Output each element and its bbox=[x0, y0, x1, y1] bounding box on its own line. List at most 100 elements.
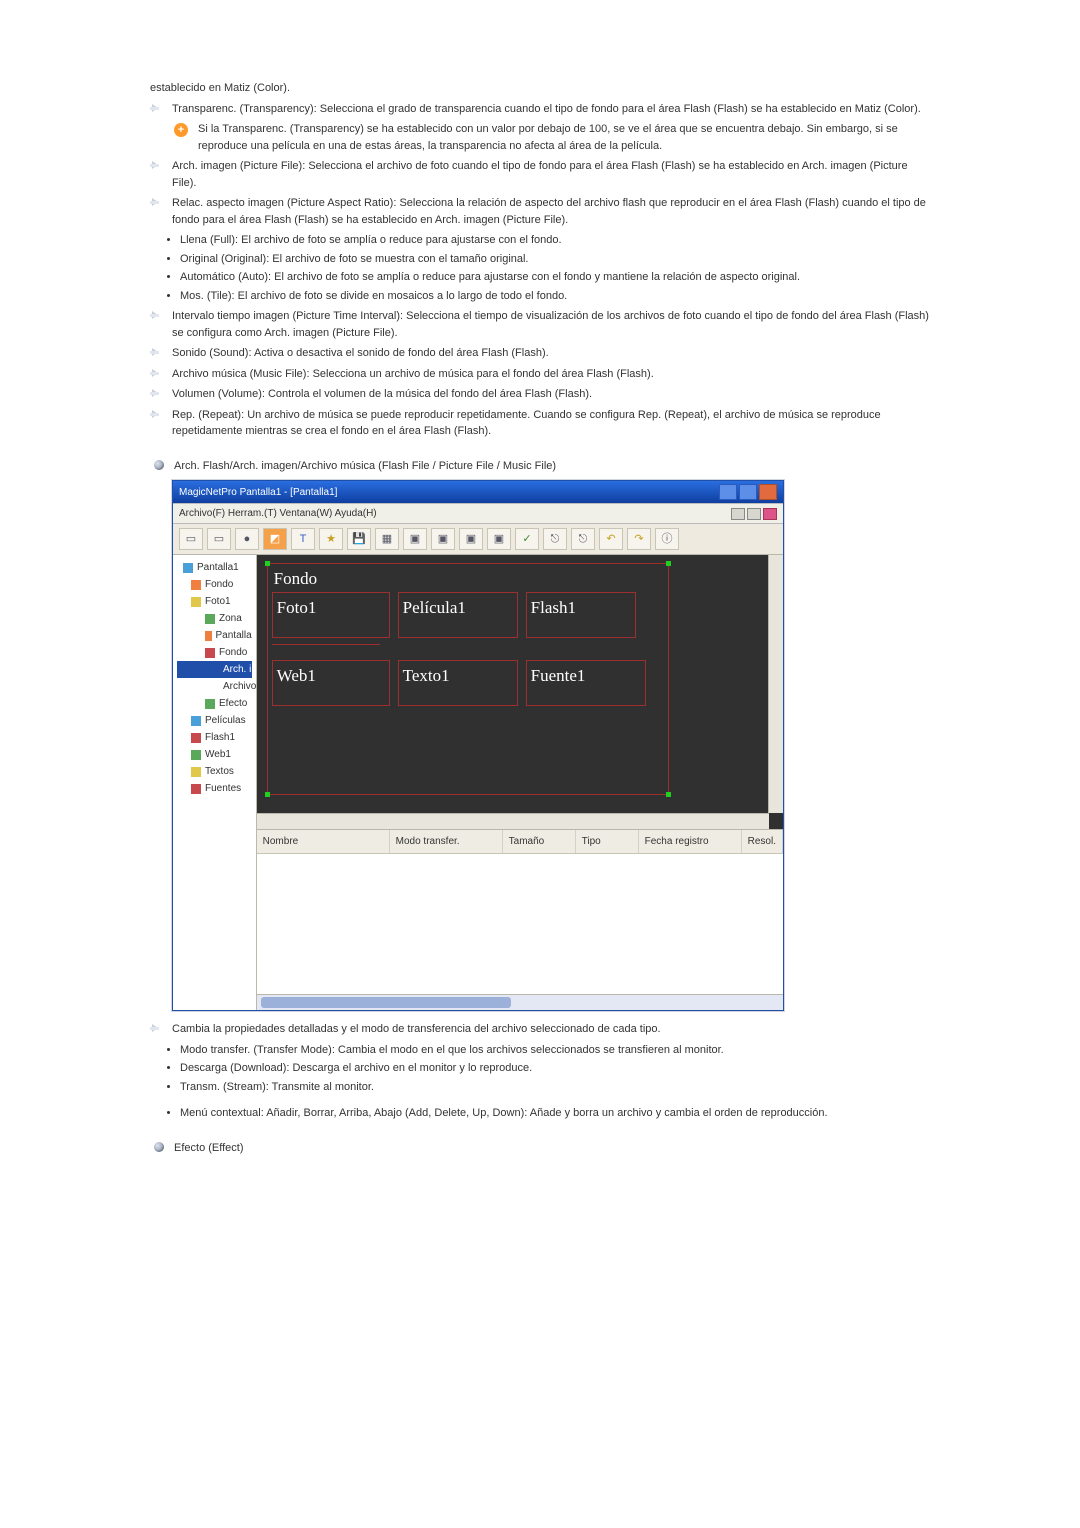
tool-info-icon[interactable]: ⓘ bbox=[655, 528, 679, 550]
tree-peliculas-label: Películas bbox=[205, 713, 246, 728]
tool-monitor-icon[interactable]: ▭ bbox=[179, 528, 203, 550]
canvas-fuente1[interactable]: Fuente1 bbox=[526, 660, 646, 706]
effect-icon bbox=[205, 699, 215, 709]
tool-monitor2-icon[interactable]: ▭ bbox=[207, 528, 231, 550]
root-icon bbox=[183, 563, 193, 573]
tree-fondo2[interactable]: Fondo bbox=[177, 644, 252, 661]
app-body: Pantalla1 Fondo Foto1 Zona Pantalla Fond… bbox=[173, 555, 783, 1010]
tool-star-icon[interactable]: ★ bbox=[319, 528, 343, 550]
tree-fondo2-label: Fondo bbox=[219, 645, 247, 660]
text-icon bbox=[191, 767, 201, 777]
col-modo[interactable]: Modo transfer. bbox=[390, 830, 503, 853]
tree-archivo-musica[interactable]: Archivo música bbox=[177, 678, 252, 695]
tool-ok-icon[interactable]: ✓ bbox=[515, 528, 539, 550]
tree-foto1-label: Foto1 bbox=[205, 594, 231, 609]
item-aspect-ratio: Relac. aspecto imagen (Picture Aspect Ra… bbox=[150, 195, 930, 228]
section-effect-head: Efecto (Effect) bbox=[150, 1140, 930, 1157]
tree-peliculas[interactable]: Películas bbox=[177, 712, 252, 729]
handle-icon[interactable] bbox=[666, 792, 671, 797]
bg-icon bbox=[205, 648, 215, 658]
grid-body[interactable] bbox=[257, 854, 783, 1010]
col-tipo[interactable]: Tipo bbox=[576, 830, 639, 853]
tool-layer1-icon[interactable]: ▣ bbox=[403, 528, 427, 550]
canvas-pelicula1[interactable]: Película1 bbox=[398, 592, 518, 638]
tree-musica-label: Archivo música bbox=[223, 679, 257, 694]
tree-foto1[interactable]: Foto1 bbox=[177, 593, 252, 610]
item-sound: Sonido (Sound): Activa o desactiva el so… bbox=[150, 345, 930, 362]
menu-text[interactable]: Archivo(F) Herram.(T) Ventana(W) Ayuda(H… bbox=[179, 506, 377, 521]
mdi-close-icon[interactable] bbox=[763, 508, 777, 520]
scroll-thumb[interactable] bbox=[261, 997, 511, 1008]
tree-efecto[interactable]: Efecto bbox=[177, 695, 252, 712]
grid-scrollbar-horizontal[interactable] bbox=[257, 994, 783, 1010]
tool-layer2-icon[interactable]: ▣ bbox=[431, 528, 455, 550]
col-nombre[interactable]: Nombre bbox=[257, 830, 390, 853]
item-time-interval: Intervalo tiempo imagen (Picture Time In… bbox=[150, 308, 930, 341]
handle-icon[interactable] bbox=[265, 561, 270, 566]
handle-icon[interactable] bbox=[666, 561, 671, 566]
mdi-restore-icon[interactable] bbox=[747, 508, 761, 520]
tool-g2-icon[interactable]: ⎋ bbox=[571, 528, 595, 550]
tree-zona-label: Zona bbox=[219, 611, 242, 626]
tree-pantalla[interactable]: Pantalla bbox=[177, 627, 252, 644]
tool-orange-icon[interactable]: ◩ bbox=[263, 528, 287, 550]
intro-line: establecido en Matiz (Color). bbox=[150, 80, 930, 97]
canvas-texto1[interactable]: Texto1 bbox=[398, 660, 518, 706]
tool-dot-icon[interactable]: ● bbox=[235, 528, 259, 550]
item-change-props-text: Cambia la propiedades detalladas y el mo… bbox=[172, 1023, 661, 1035]
canvas-fuente1-label: Fuente1 bbox=[531, 666, 586, 685]
canvas-foto1[interactable]: Foto1 bbox=[272, 592, 390, 638]
close-icon[interactable] bbox=[759, 484, 777, 500]
tree-textos[interactable]: Textos bbox=[177, 763, 252, 780]
tool-pic-icon[interactable]: ▦ bbox=[375, 528, 399, 550]
app-screenshot: MagicNetPro Pantalla1 - [Pantalla1] Arch… bbox=[172, 480, 784, 1011]
film-icon bbox=[191, 716, 201, 726]
item-transparency-text: Transparenc. (Transparency): Selecciona … bbox=[172, 103, 921, 115]
section-files-head-text: Arch. Flash/Arch. imagen/Archivo música … bbox=[174, 460, 556, 472]
tree-fondo[interactable]: Fondo bbox=[177, 576, 252, 593]
canvas-texto1-label: Texto1 bbox=[403, 666, 450, 685]
canvas-fondo-box[interactable]: Fondo Foto1 Película1 Flash1 Web1 Texto1… bbox=[267, 563, 669, 795]
aspect-opt-auto: Automático (Auto): El archivo de foto se… bbox=[180, 269, 930, 286]
aspect-opt-original: Original (Original): El archivo de foto … bbox=[180, 251, 930, 268]
tree-arch-imagen-label: Arch. imagen bbox=[223, 662, 257, 677]
tree-flash1[interactable]: Flash1 bbox=[177, 729, 252, 746]
tree-fuentes[interactable]: Fuentes bbox=[177, 780, 252, 797]
tree-pane[interactable]: Pantalla1 Fondo Foto1 Zona Pantalla Fond… bbox=[173, 555, 257, 1010]
tree-flash1-label: Flash1 bbox=[205, 730, 235, 745]
tree-efecto-label: Efecto bbox=[219, 696, 247, 711]
mdi-min-icon[interactable] bbox=[731, 508, 745, 520]
canvas-web1[interactable]: Web1 bbox=[272, 660, 390, 706]
opt-context-menu: Menú contextual: Añadir, Borrar, Arriba,… bbox=[180, 1105, 930, 1122]
toolbar: ▭ ▭ ● ◩ T ★ 💾 ▦ ▣ ▣ ▣ ▣ ✓ ⎋ ⎋ ↶ ↷ ⓘ bbox=[173, 524, 783, 555]
tool-save-icon[interactable]: 💾 bbox=[347, 528, 371, 550]
col-fecha[interactable]: Fecha registro bbox=[639, 830, 742, 853]
tool-layer4-icon[interactable]: ▣ bbox=[487, 528, 511, 550]
scrollbar-vertical[interactable] bbox=[768, 555, 783, 813]
maximize-icon[interactable] bbox=[739, 484, 757, 500]
item-sound-text: Sonido (Sound): Activa o desactiva el so… bbox=[172, 347, 549, 359]
item-transparency: Transparenc. (Transparency): Selecciona … bbox=[150, 101, 930, 118]
handle-icon[interactable] bbox=[265, 792, 270, 797]
tool-redo-icon[interactable]: ↷ bbox=[627, 528, 651, 550]
canvas[interactable]: Fondo Foto1 Película1 Flash1 Web1 Texto1… bbox=[257, 555, 783, 829]
window-titlebar: MagicNetPro Pantalla1 - [Pantalla1] bbox=[173, 481, 783, 503]
tree-arch-imagen-selected[interactable]: Arch. imagen bbox=[177, 661, 252, 678]
tree-pantalla-label: Pantalla bbox=[216, 628, 252, 643]
scrollbar-horizontal[interactable] bbox=[257, 813, 769, 829]
tool-undo-icon[interactable]: ↶ bbox=[599, 528, 623, 550]
col-resol[interactable]: Resol. bbox=[742, 830, 783, 853]
tree-root[interactable]: Pantalla1 bbox=[177, 559, 252, 576]
tool-t-icon[interactable]: T bbox=[291, 528, 315, 550]
tool-layer3-icon[interactable]: ▣ bbox=[459, 528, 483, 550]
tree-web1[interactable]: Web1 bbox=[177, 746, 252, 763]
page: establecido en Matiz (Color). Transparen… bbox=[0, 0, 1080, 1362]
minimize-icon[interactable] bbox=[719, 484, 737, 500]
plus-icon: + bbox=[174, 123, 188, 137]
tree-zona[interactable]: Zona bbox=[177, 610, 252, 627]
font-icon bbox=[191, 784, 201, 794]
col-tam[interactable]: Tamaño bbox=[503, 830, 576, 853]
canvas-flash1[interactable]: Flash1 bbox=[526, 592, 636, 638]
tree-fondo-label: Fondo bbox=[205, 577, 233, 592]
tool-g1-icon[interactable]: ⎋ bbox=[543, 528, 567, 550]
